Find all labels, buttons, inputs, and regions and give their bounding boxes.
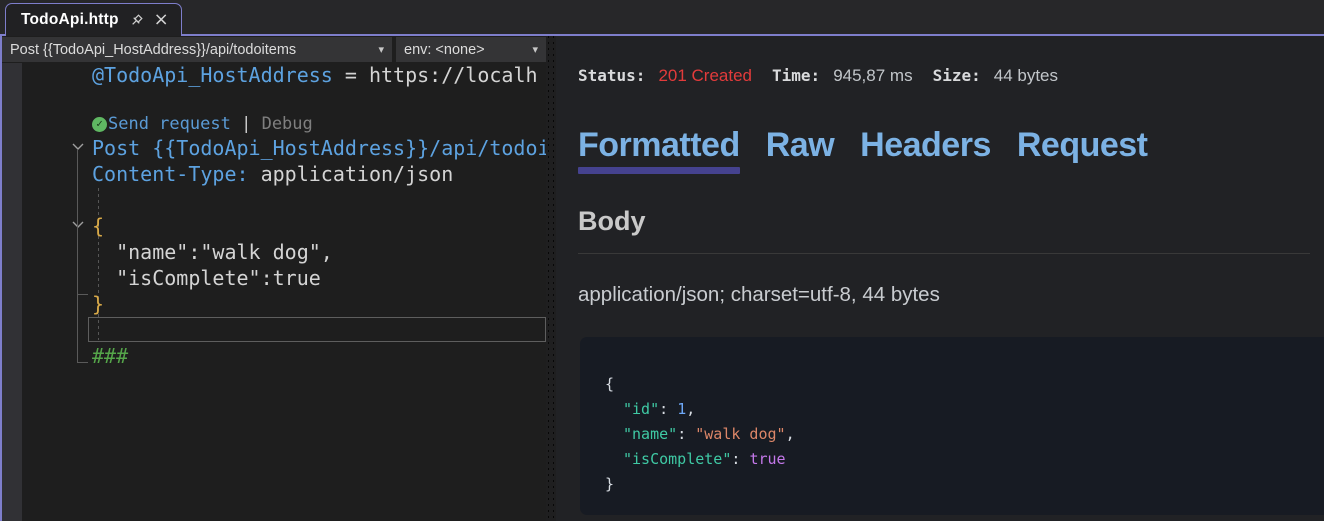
codelens-row: ✓Send request | Debug: [92, 112, 313, 136]
pane-splitter[interactable]: [546, 36, 556, 521]
chevron-down-icon: ▾: [378, 43, 384, 56]
debug-link[interactable]: Debug: [262, 112, 313, 136]
active-tab-underline: [578, 167, 740, 174]
request-selector-label: Post {{TodoApi_HostAddress}}/api/todoite…: [10, 42, 372, 58]
chevron-down-icon: ▾: [532, 43, 538, 56]
editor-glyph-margin: [2, 63, 22, 521]
body-section-title: Body: [578, 206, 646, 237]
tab-raw[interactable]: Raw: [766, 126, 834, 174]
send-request-link[interactable]: Send request: [108, 112, 231, 136]
time-value: 945,87 ms: [833, 66, 912, 86]
editor-line-separator[interactable]: ###: [92, 343, 128, 369]
response-body-json: { "id": 1, "name": "walk dog", "isComple…: [580, 337, 1324, 515]
http-editor-pane: Post {{TodoApi_HostAddress}}/api/todoite…: [0, 36, 546, 521]
header-value: application/json: [249, 162, 454, 186]
fold-chevron-icon[interactable]: [71, 216, 85, 234]
json-open-brace: {: [605, 372, 1324, 397]
fold-region-line: [77, 150, 78, 362]
send-request-check-icon: ✓: [92, 117, 107, 132]
editor-line-json-name[interactable]: "name":"walk dog",: [92, 239, 333, 265]
response-tab-strip: Formatted Raw Headers Request: [578, 126, 1148, 174]
status-label: Status:: [578, 66, 645, 85]
status-value: 201 Created: [658, 66, 752, 86]
env-selector-label: env: <none>: [404, 42, 526, 58]
close-icon[interactable]: ×: [154, 11, 169, 29]
tab-request[interactable]: Request: [1017, 126, 1148, 174]
header-name: Content-Type:: [92, 162, 249, 186]
env-selector-dropdown[interactable]: env: <none> ▾: [396, 37, 546, 62]
response-status-row: Status: 201 Created Time: 945,87 ms Size…: [578, 66, 1078, 86]
json-row-name: "name": "walk dog",: [605, 422, 1324, 447]
tab-headers[interactable]: Headers: [860, 126, 991, 174]
current-line-highlight[interactable]: [88, 317, 546, 342]
tab-todoapi-http[interactable]: TodoApi.http ×: [5, 3, 182, 36]
editor-tab-bar: TodoApi.http ×: [0, 0, 1324, 36]
tab-formatted[interactable]: Formatted: [578, 126, 740, 174]
response-content-type: application/json; charset=utf-8, 44 byte…: [578, 283, 940, 307]
json-close-brace: }: [605, 472, 1324, 497]
time-label: Time:: [772, 66, 820, 85]
fold-end-tick: [77, 362, 88, 363]
http-variable-value: = https://localh: [333, 63, 538, 87]
app-window: TodoApi.http × Post {{TodoApi_HostAddres…: [0, 0, 1324, 521]
fold-end-tick: [78, 294, 88, 295]
size-label: Size:: [933, 66, 981, 85]
editor-line-variable[interactable]: @TodoApi_HostAddress = https://localh: [92, 62, 538, 88]
http-variable-name: @TodoApi_HostAddress: [92, 63, 333, 87]
editor-line-close-brace[interactable]: }: [92, 291, 104, 317]
pin-icon[interactable]: [129, 13, 144, 28]
fold-chevron-icon[interactable]: [71, 138, 85, 156]
editor-line-json-iscomplete[interactable]: "isComplete":true: [92, 265, 321, 291]
editor-line-open-brace[interactable]: {: [92, 213, 104, 239]
editor-line-content-type[interactable]: Content-Type: application/json: [92, 161, 453, 187]
response-panel: Status: 201 Created Time: 945,87 ms Size…: [556, 36, 1324, 521]
codelens-separator: |: [241, 112, 251, 136]
section-divider: [578, 253, 1310, 254]
editor-line-request[interactable]: Post {{TodoApi_HostAddress}}/api/todoi: [92, 135, 546, 161]
size-value: 44 bytes: [994, 66, 1058, 86]
tab-title: TodoApi.http: [21, 11, 119, 29]
json-row-iscomplete: "isComplete": true: [605, 447, 1324, 472]
request-selector-dropdown[interactable]: Post {{TodoApi_HostAddress}}/api/todoite…: [2, 37, 392, 62]
json-row-id: "id": 1,: [605, 397, 1324, 422]
